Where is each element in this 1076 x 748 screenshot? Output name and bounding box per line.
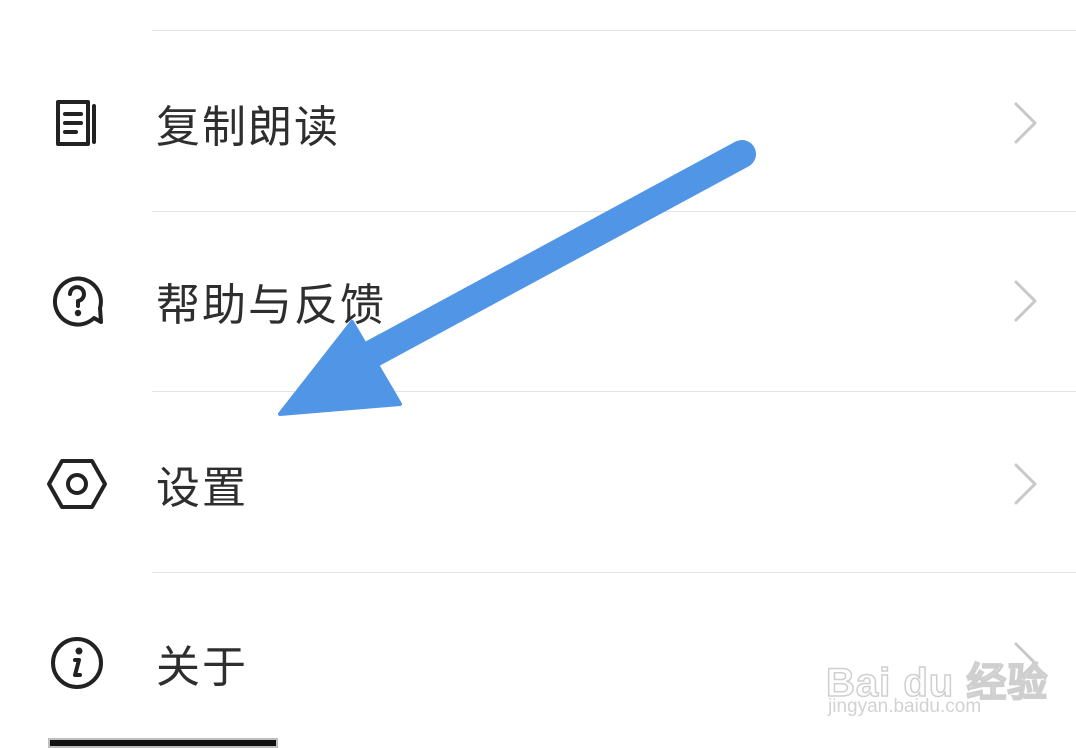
hexagon-gear-icon bbox=[44, 451, 110, 517]
document-lines-icon bbox=[44, 90, 110, 156]
menu-item-help-feedback[interactable]: 帮助与反馈 bbox=[0, 226, 1076, 376]
settings-menu: 复制朗读 帮助与反馈 设置 关于 bbox=[0, 0, 1076, 744]
chevron-right-icon bbox=[1014, 642, 1037, 684]
menu-item-copy-read[interactable]: 复制朗读 bbox=[0, 48, 1076, 198]
divider bbox=[152, 211, 1076, 212]
divider bbox=[152, 572, 1076, 573]
chevron-right-icon bbox=[1014, 463, 1037, 505]
menu-item-about[interactable]: 关于 bbox=[0, 588, 1076, 738]
chevron-right-icon bbox=[1014, 102, 1037, 144]
question-bubble-icon bbox=[44, 268, 110, 334]
bottom-bar-fragment bbox=[48, 738, 278, 748]
divider bbox=[152, 30, 1076, 31]
menu-item-label: 复制朗读 bbox=[156, 102, 340, 153]
menu-item-label: 帮助与反馈 bbox=[156, 280, 386, 331]
menu-item-settings[interactable]: 设置 bbox=[0, 409, 1076, 559]
menu-item-label: 关于 bbox=[156, 642, 248, 693]
chevron-right-icon bbox=[1014, 280, 1037, 322]
info-circle-icon bbox=[44, 630, 110, 696]
menu-item-label: 设置 bbox=[156, 463, 248, 514]
divider bbox=[152, 391, 1076, 392]
